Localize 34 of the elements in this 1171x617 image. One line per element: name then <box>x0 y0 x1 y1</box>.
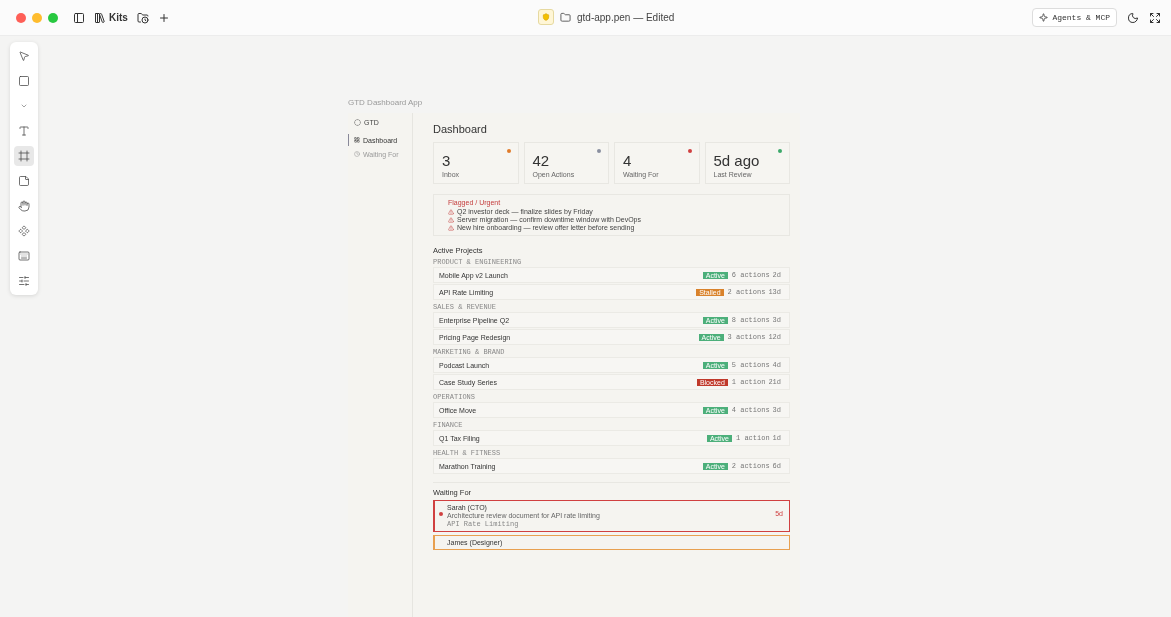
square-icon <box>18 75 30 87</box>
books-icon <box>94 11 106 24</box>
hand-icon <box>18 200 30 212</box>
shield-icon <box>538 9 554 25</box>
folder-clock-icon[interactable] <box>136 11 149 24</box>
fullscreen-icon[interactable] <box>1149 11 1161 24</box>
maximize-button[interactable] <box>48 12 58 23</box>
stat-value: 4 <box>623 152 633 170</box>
sparkle-icon <box>1039 13 1049 22</box>
grid-icon <box>354 137 360 143</box>
file-title: gtd-app.pen — Edited <box>577 11 675 23</box>
frame-tool[interactable] <box>14 146 34 166</box>
chevron-icon <box>20 102 28 110</box>
text-icon <box>18 125 30 137</box>
stat-value: 3 <box>442 152 452 170</box>
kits-button[interactable]: Kits <box>94 11 128 24</box>
frame-label: GTD Dashboard App <box>348 98 424 107</box>
stat-value: 42 <box>532 152 551 170</box>
keyboard-icon <box>18 250 30 262</box>
stat-value: 5d ago <box>713 152 761 170</box>
page-title: Dashboard <box>433 123 488 135</box>
diamond-icon <box>18 225 30 237</box>
note-icon <box>18 175 30 187</box>
status-dot <box>439 512 443 516</box>
close-button[interactable] <box>16 12 26 23</box>
agents-button[interactable]: Agents & MCP <box>1032 8 1117 27</box>
pointer-icon <box>18 50 30 62</box>
add-icon[interactable] <box>157 11 170 24</box>
clock-icon <box>354 151 360 157</box>
sliders-icon <box>18 275 30 287</box>
folder-icon <box>560 11 571 23</box>
frame-icon <box>18 150 30 162</box>
sidebar-toggle-icon[interactable] <box>73 11 85 24</box>
moon-icon[interactable] <box>1127 11 1139 24</box>
